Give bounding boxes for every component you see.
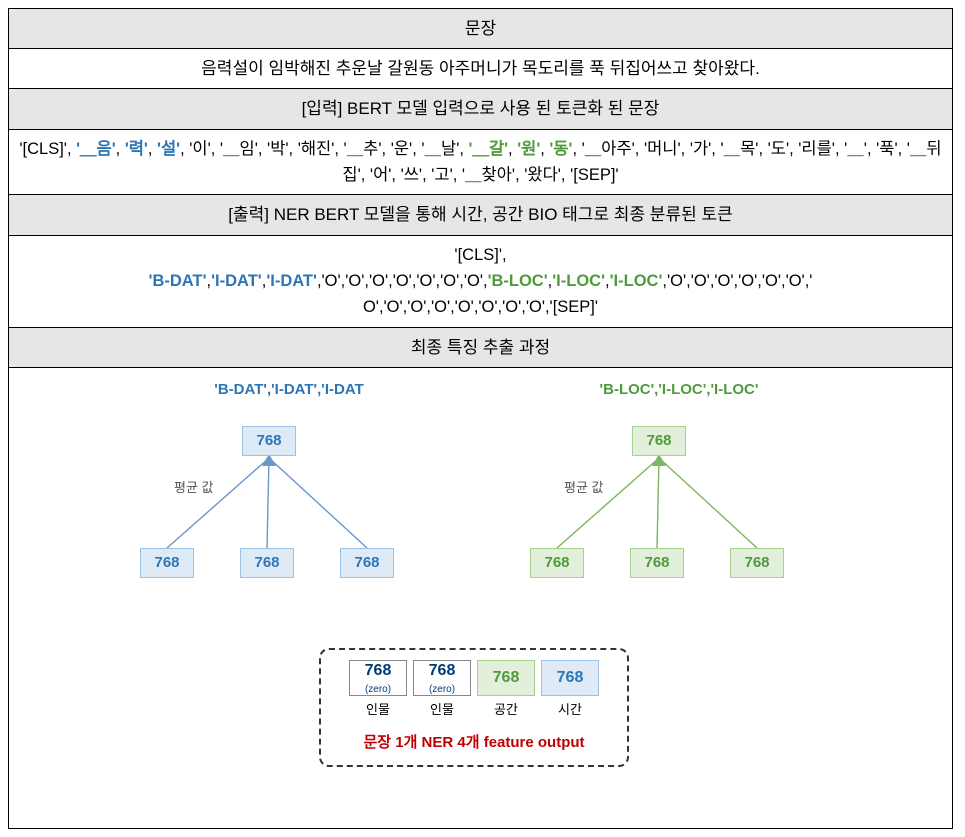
token: ,: [334, 140, 343, 158]
token: ,: [148, 140, 157, 158]
bio-tag: 'I-LOC': [552, 272, 605, 290]
token: ,: [258, 140, 267, 158]
token: ,: [561, 166, 570, 184]
token: '이': [189, 140, 210, 158]
feature-slot: 768(zero) 인물: [349, 660, 407, 721]
token: ,: [789, 140, 798, 158]
token: '＿임': [220, 140, 258, 158]
token: ,: [508, 140, 517, 158]
feature-slot: 768(zero) 인물: [413, 660, 471, 721]
token: '＿추': [344, 140, 382, 158]
token: '푹': [876, 140, 897, 158]
token: '가': [690, 140, 711, 158]
token: '고': [431, 166, 452, 184]
sentence-text: 음력설이 임박해진 추운날 갈원동 아주머니가 목도리를 푹 뒤집어쓰고 찾아왔…: [9, 49, 952, 89]
token: ,: [898, 140, 907, 158]
feature-768-box: 768(zero): [413, 660, 471, 696]
feature-slot-caption: 시간: [541, 700, 599, 721]
token: '[SEP]': [570, 166, 619, 184]
token: ,: [412, 140, 421, 158]
bio-tag: 'B-LOC': [488, 272, 548, 290]
token: '해진': [298, 140, 335, 158]
token: '왔다': [524, 166, 561, 184]
token: ,: [211, 140, 220, 158]
tokenized-sentence: '[CLS]', '＿음', '력', '설', '이', '＿임', '박',…: [9, 130, 952, 196]
feature-slot: 768 공간: [477, 660, 535, 721]
token: '운': [391, 140, 412, 158]
feature-slot: 768 시간: [541, 660, 599, 721]
token: ,: [289, 140, 298, 158]
token: '＿목': [720, 140, 758, 158]
tags-line3: O','O','O','O','O','O','O','O','[SEP]': [19, 294, 942, 320]
token: ,: [572, 140, 581, 158]
bio-tag: 'I-DAT': [211, 272, 262, 290]
bio-tag: 'I-LOC': [610, 272, 663, 290]
token: '＿': [844, 140, 867, 158]
token: ,: [635, 140, 644, 158]
token: '＿날': [421, 140, 459, 158]
left-leaf-1: 768: [140, 548, 194, 578]
token: ,: [758, 140, 767, 158]
left-root-768: 768: [242, 426, 296, 456]
left-leaf-3: 768: [340, 548, 394, 578]
tags-line: 'B-DAT','I-DAT','I-DAT','O','O','O','O',…: [19, 268, 942, 294]
token: ,: [116, 140, 125, 158]
token: ,: [391, 166, 400, 184]
right-root-768: 768: [632, 426, 686, 456]
token: '력': [125, 140, 148, 158]
bio-tag: 'I-DAT': [266, 272, 317, 290]
feature-diagram: 'B-DAT','I-DAT','I-DAT 'B-LOC','I-LOC','…: [9, 368, 952, 828]
token: '＿음': [76, 140, 116, 158]
tags-cls: '[CLS]',: [19, 242, 942, 268]
right-leaf-3: 768: [730, 548, 784, 578]
token: '쓰': [401, 166, 422, 184]
token: '어': [370, 166, 391, 184]
token: ,: [867, 140, 876, 158]
token: ,: [459, 140, 468, 158]
header-feature-extraction: 최종 특징 추출 과정: [9, 328, 952, 368]
feature-768-box: 768: [477, 660, 535, 696]
right-avg-label: 평균 값: [564, 478, 604, 499]
token: ,: [67, 140, 76, 158]
token: '동': [549, 140, 572, 158]
left-avg-label: 평균 값: [174, 478, 214, 499]
header-input-tokens: [입력] BERT 모델 입력으로 사용 된 토큰화 된 문장: [9, 89, 952, 129]
header-output-tags: [출력] NER BERT 모델을 통해 시간, 공간 BIO 태그로 최종 분…: [9, 195, 952, 235]
figure-table: 문장 음력설이 임박해진 추운날 갈원동 아주머니가 목도리를 푹 뒤집어쓰고 …: [8, 8, 953, 829]
token: ,: [361, 166, 370, 184]
token: ,: [515, 166, 524, 184]
token: ,: [422, 166, 431, 184]
feature-768-box: 768(zero): [349, 660, 407, 696]
bio-tag: 'B-DAT': [149, 272, 207, 290]
bio-tags: '[CLS]', 'B-DAT','I-DAT','I-DAT','O','O'…: [9, 236, 952, 328]
token: ,: [681, 140, 690, 158]
token: '＿찾아': [462, 166, 515, 184]
token: '＿아주': [582, 140, 635, 158]
token: ,: [835, 140, 844, 158]
feature-slot-caption: 인물: [349, 700, 407, 721]
token: '원': [517, 140, 540, 158]
bio-tag: 'O','O','O','O','O','O','O',: [322, 272, 488, 290]
right-leaf-2: 768: [630, 548, 684, 578]
token: '도': [768, 140, 789, 158]
right-leaf-1: 768: [530, 548, 584, 578]
left-leaf-2: 768: [240, 548, 294, 578]
token: ,: [180, 140, 189, 158]
token: '[CLS]': [19, 140, 67, 158]
bio-tag: 'O','O','O','O','O','O',': [667, 272, 812, 290]
feature-output-caption: 문장 1개 NER 4개 feature output: [339, 731, 609, 755]
token: ,: [453, 166, 462, 184]
header-sentence: 문장: [9, 9, 952, 49]
feature-slot-caption: 공간: [477, 700, 535, 721]
token: '박': [267, 140, 288, 158]
feature-slot-caption: 인물: [413, 700, 471, 721]
token: '머니': [644, 140, 681, 158]
feature-768-box: 768: [541, 660, 599, 696]
token: '리를': [798, 140, 835, 158]
feature-output-box: 768(zero) 인물 768(zero) 인물 768 공간 768 시간 문장 1개 N…: [319, 648, 629, 767]
token: '＿갈': [469, 140, 509, 158]
token: ,: [382, 140, 391, 158]
token: '설': [157, 140, 180, 158]
feature-slots: 768(zero) 인물 768(zero) 인물 768 공간 768 시간: [339, 660, 609, 721]
